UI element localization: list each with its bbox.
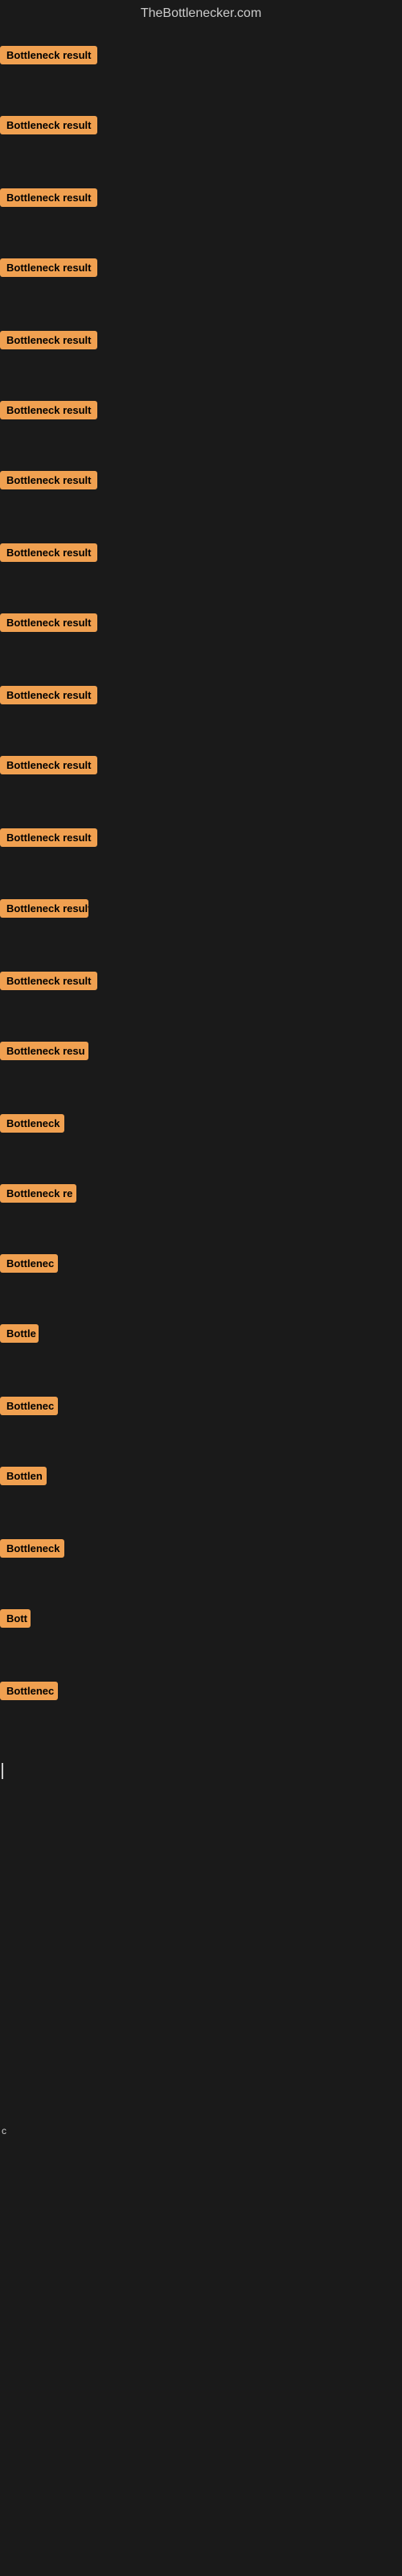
bottleneck-badge[interactable]: Bottle: [0, 1324, 39, 1343]
bottleneck-badge[interactable]: Bottleneck resu: [0, 1042, 88, 1060]
site-title: TheBottlenecker.com: [0, 0, 402, 27]
bottleneck-badge[interactable]: Bottlenec: [0, 1397, 58, 1415]
bottleneck-result-row: Bott: [0, 1609, 31, 1632]
bottleneck-badge[interactable]: Bottleneck: [0, 1539, 64, 1558]
bottleneck-badge[interactable]: Bottleneck result: [0, 972, 97, 990]
bottleneck-result-row: Bottlen: [0, 1467, 47, 1489]
bottleneck-badge[interactable]: Bottleneck result: [0, 116, 97, 134]
bottleneck-badge[interactable]: Bottleneck result: [0, 899, 88, 918]
bottleneck-badge[interactable]: Bottleneck result: [0, 258, 97, 277]
bottleneck-result-row: Bottleneck re: [0, 1184, 76, 1207]
bottleneck-badge[interactable]: Bottlenec: [0, 1682, 58, 1700]
bottleneck-result-row: Bottleneck result: [0, 46, 97, 68]
bottleneck-badge[interactable]: Bottleneck re: [0, 1184, 76, 1203]
bottleneck-badge[interactable]: Bottleneck result: [0, 331, 97, 349]
bottleneck-result-row: Bottleneck result: [0, 686, 97, 708]
bottleneck-result-row: Bottlenec: [0, 1682, 58, 1704]
bottleneck-result-row: Bottleneck result: [0, 401, 97, 423]
bottleneck-result-row: Bottleneck result: [0, 331, 97, 353]
bottleneck-badge[interactable]: Bottleneck result: [0, 828, 97, 847]
bottleneck-result-row: Bottleneck result: [0, 756, 97, 778]
bottleneck-result-row: Bottleneck: [0, 1114, 64, 1137]
small-character: c: [2, 2125, 6, 2136]
bottleneck-result-row: Bottleneck result: [0, 543, 97, 566]
bottleneck-result-row: Bottlenec: [0, 1397, 58, 1419]
bottleneck-result-row: Bottlenec: [0, 1254, 58, 1277]
bottleneck-result-row: Bottleneck result: [0, 899, 88, 922]
bottleneck-badge[interactable]: Bottleneck result: [0, 46, 97, 64]
bottleneck-result-row: Bottleneck result: [0, 471, 97, 493]
bottleneck-badge[interactable]: Bottlenec: [0, 1254, 58, 1273]
bottleneck-result-row: Bottleneck result: [0, 972, 97, 994]
text-cursor: [2, 1763, 3, 1779]
bottleneck-result-row: Bottleneck result: [0, 828, 97, 851]
bottleneck-badge[interactable]: Bottleneck result: [0, 401, 97, 419]
bottleneck-result-row: Bottle: [0, 1324, 39, 1347]
bottleneck-badge[interactable]: Bott: [0, 1609, 31, 1628]
bottleneck-result-row: Bottleneck resu: [0, 1042, 88, 1064]
bottleneck-badge[interactable]: Bottleneck result: [0, 756, 97, 774]
bottleneck-result-row: Bottleneck result: [0, 116, 97, 138]
bottleneck-badge[interactable]: Bottleneck result: [0, 543, 97, 562]
bottleneck-badge[interactable]: Bottleneck result: [0, 471, 97, 489]
bottleneck-badge[interactable]: Bottleneck: [0, 1114, 64, 1133]
bottleneck-badge[interactable]: Bottleneck result: [0, 188, 97, 207]
bottleneck-badge[interactable]: Bottleneck result: [0, 613, 97, 632]
bottleneck-result-row: Bottleneck result: [0, 613, 97, 636]
bottleneck-result-row: Bottleneck result: [0, 188, 97, 211]
bottleneck-result-row: Bottleneck result: [0, 258, 97, 281]
bottleneck-badge[interactable]: Bottlen: [0, 1467, 47, 1485]
bottleneck-badge[interactable]: Bottleneck result: [0, 686, 97, 704]
bottleneck-result-row: Bottleneck: [0, 1539, 64, 1562]
